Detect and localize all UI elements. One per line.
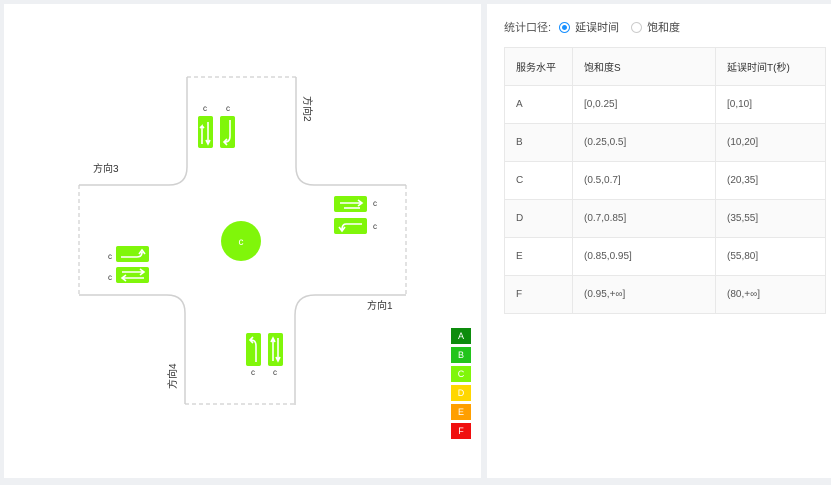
cell-level: C <box>504 161 573 200</box>
intersection-map: c c c c c c c c c 方向1 方向2 方向3 方向4 <box>78 76 407 405</box>
cell-delay: [0,10] <box>715 85 826 124</box>
center-label: c <box>239 237 244 248</box>
lane-label: c <box>373 199 377 208</box>
service-level-panel: 统计口径: 延误时间 饱和度 服务水平 饱和度S 延误时间T(秒) A [0,0… <box>487 4 831 478</box>
table-row: A [0,0.25] [0,10] <box>504 85 826 124</box>
lane-label: c <box>226 104 230 113</box>
direction-2-label: 方向2 <box>301 96 314 122</box>
intersection-panel: c c c c c c c c c 方向1 方向2 方向3 方向4 <box>4 4 481 478</box>
cell-level: B <box>504 123 573 162</box>
lane-label: c <box>273 368 277 377</box>
cell-saturation: (0.85,0.95] <box>572 237 716 276</box>
stat-selector: 统计口径: 延误时间 饱和度 <box>504 19 680 35</box>
radio-dot-icon <box>631 21 643 33</box>
legend-item-d: D <box>451 385 471 401</box>
table-row: F (0.95,+∞] (80,+∞] <box>504 275 826 314</box>
lane-label: c <box>108 273 112 282</box>
table-header-row: 服务水平 饱和度S 延误时间T(秒) <box>504 47 826 86</box>
radio-delay-time-label: 延误时间 <box>575 22 620 34</box>
table-row: C (0.5,0.7] (20,35] <box>504 161 826 200</box>
cell-level: D <box>504 199 573 238</box>
cell-saturation: (0.7,0.85] <box>572 199 716 238</box>
service-level-legend: A B C D E F <box>451 328 471 442</box>
lane-east-2[interactable] <box>334 218 367 234</box>
cell-delay: (20,35] <box>715 161 826 200</box>
stat-label: 统计口径: <box>504 22 552 34</box>
direction-1-label: 方向1 <box>367 299 393 312</box>
legend-item-b: B <box>451 347 471 363</box>
cell-saturation: (0.5,0.7] <box>572 161 716 200</box>
radio-delay-time[interactable]: 延误时间 <box>559 19 619 35</box>
lane-west-2[interactable] <box>116 267 149 283</box>
legend-item-f: F <box>451 423 471 439</box>
legend-item-e: E <box>451 404 471 420</box>
cell-level: A <box>504 85 573 124</box>
lane-south-2[interactable] <box>268 333 283 366</box>
service-level-table: 服务水平 饱和度S 延误时间T(秒) A [0,0.25] [0,10] B (… <box>504 47 826 314</box>
lane-north-2[interactable] <box>220 116 235 148</box>
lane-label: c <box>373 222 377 231</box>
cell-level: E <box>504 237 573 276</box>
radio-dot-icon <box>559 21 571 33</box>
cell-saturation: [0,0.25] <box>572 85 716 124</box>
table-row: E (0.85,0.95] (55,80] <box>504 237 826 276</box>
direction-4-label: 方向4 <box>166 363 179 389</box>
cell-saturation: (0.25,0.5] <box>572 123 716 162</box>
lane-label: c <box>203 104 207 113</box>
radio-saturation[interactable]: 饱和度 <box>631 19 680 35</box>
lane-east-1[interactable] <box>334 196 367 212</box>
legend-item-a: A <box>451 328 471 344</box>
direction-3-label: 方向3 <box>93 162 119 175</box>
cell-level: F <box>504 275 573 314</box>
table-row: B (0.25,0.5] (10,20] <box>504 123 826 162</box>
lane-label: c <box>108 252 112 261</box>
cell-delay: (35,55] <box>715 199 826 238</box>
lane-west-1[interactable] <box>116 246 149 262</box>
cell-delay: (10,20] <box>715 123 826 162</box>
lane-south-1[interactable] <box>246 333 261 366</box>
lane-north-1[interactable] <box>198 116 213 148</box>
header-saturation: 饱和度S <box>572 47 716 86</box>
lane-label: c <box>251 368 255 377</box>
header-service-level: 服务水平 <box>504 47 573 86</box>
legend-item-c: C <box>451 366 471 382</box>
cell-delay: (80,+∞] <box>715 275 826 314</box>
header-delay: 延误时间T(秒) <box>715 47 826 86</box>
cell-saturation: (0.95,+∞] <box>572 275 716 314</box>
cell-delay: (55,80] <box>715 237 826 276</box>
table-row: D (0.7,0.85] (35,55] <box>504 199 826 238</box>
radio-saturation-label: 饱和度 <box>647 22 681 34</box>
